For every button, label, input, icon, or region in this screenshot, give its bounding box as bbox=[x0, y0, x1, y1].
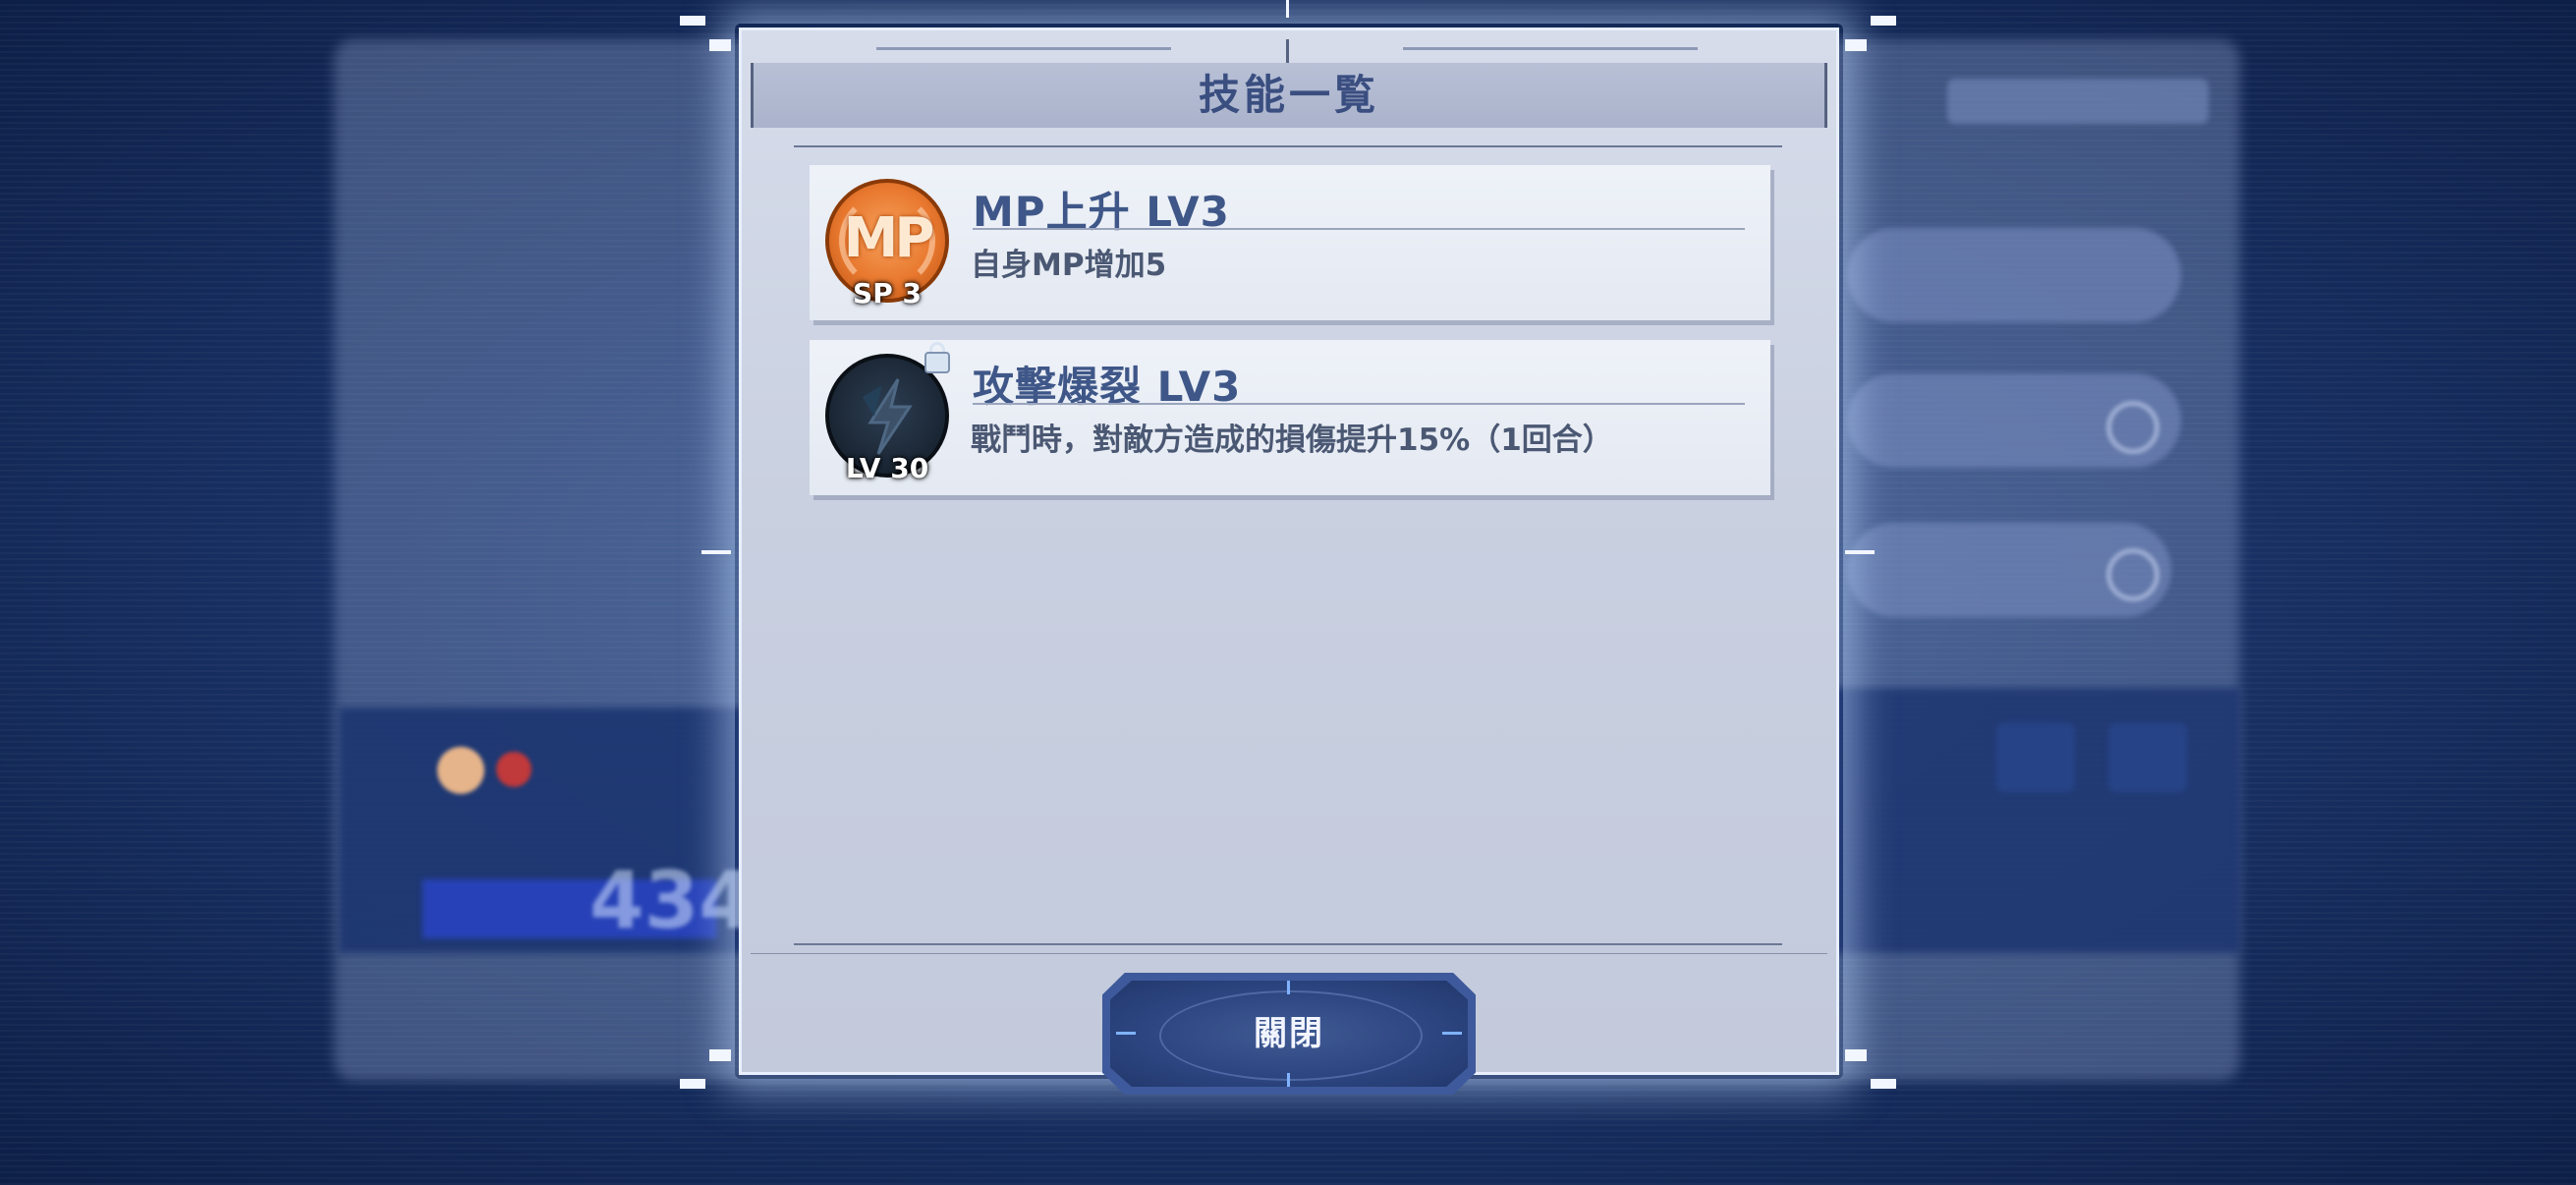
frame-corner-br bbox=[1845, 1049, 1867, 1061]
background-search-icon-1 bbox=[2106, 401, 2159, 454]
frame-bottom-mark-right bbox=[1871, 1079, 1896, 1089]
icon-mp-label: MP bbox=[843, 206, 935, 270]
skill-unlock-level: LV 30 bbox=[845, 452, 929, 484]
frame-corner-tl bbox=[709, 39, 731, 51]
frame-side-tick-right bbox=[1845, 550, 1875, 554]
frame-top-tick bbox=[1286, 0, 1289, 18]
skill-name-rule bbox=[973, 228, 1745, 230]
close-button-label[interactable]: 關閉 bbox=[1110, 981, 1468, 1087]
skill-name-rule bbox=[973, 403, 1745, 405]
dialog-title: 技能一覧 bbox=[1198, 71, 1379, 119]
background-element-icon bbox=[496, 752, 532, 787]
background-tab bbox=[1947, 79, 2209, 124]
frame-top-mark-left bbox=[680, 16, 705, 26]
frame-corner-bl bbox=[709, 1049, 731, 1061]
lock-body bbox=[924, 352, 950, 373]
lock-icon bbox=[924, 340, 953, 373]
background-button-2 bbox=[2108, 723, 2187, 792]
background-hp-value: 434 bbox=[589, 855, 754, 946]
skill-description: 自身MP增加5 bbox=[971, 248, 1167, 283]
skill-description: 戰鬥時，對敵方造成的損傷提升15%（1回合） bbox=[971, 423, 1613, 458]
skill-cost-label: SP 3 bbox=[853, 277, 922, 310]
frame-top-tick-2 bbox=[1286, 39, 1289, 63]
frame-top-mark-right bbox=[1871, 16, 1896, 26]
background-pill-1 bbox=[1847, 228, 2181, 322]
frame-top-line-left bbox=[876, 47, 1171, 50]
skill-card[interactable]: LV 30 攻擊爆裂 LV3 戰鬥時，對敵方造成的損傷提升15%（1回合） bbox=[810, 340, 1770, 495]
frame-side-tick-left bbox=[701, 550, 731, 554]
frame-top-line-right bbox=[1403, 47, 1698, 50]
frame-corner-tr bbox=[1845, 39, 1867, 51]
list-bottom-divider bbox=[794, 943, 1782, 945]
background-search-icon-2 bbox=[2106, 548, 2159, 601]
background-button-1 bbox=[1996, 723, 2075, 792]
list-top-divider bbox=[794, 145, 1782, 147]
skill-card[interactable]: MP SP 3 MP上升 LV3 自身MP增加5 bbox=[810, 165, 1770, 320]
frame-bottom-mark-left bbox=[680, 1079, 705, 1089]
footer-divider bbox=[751, 953, 1827, 954]
background-portrait-icon bbox=[437, 747, 484, 794]
